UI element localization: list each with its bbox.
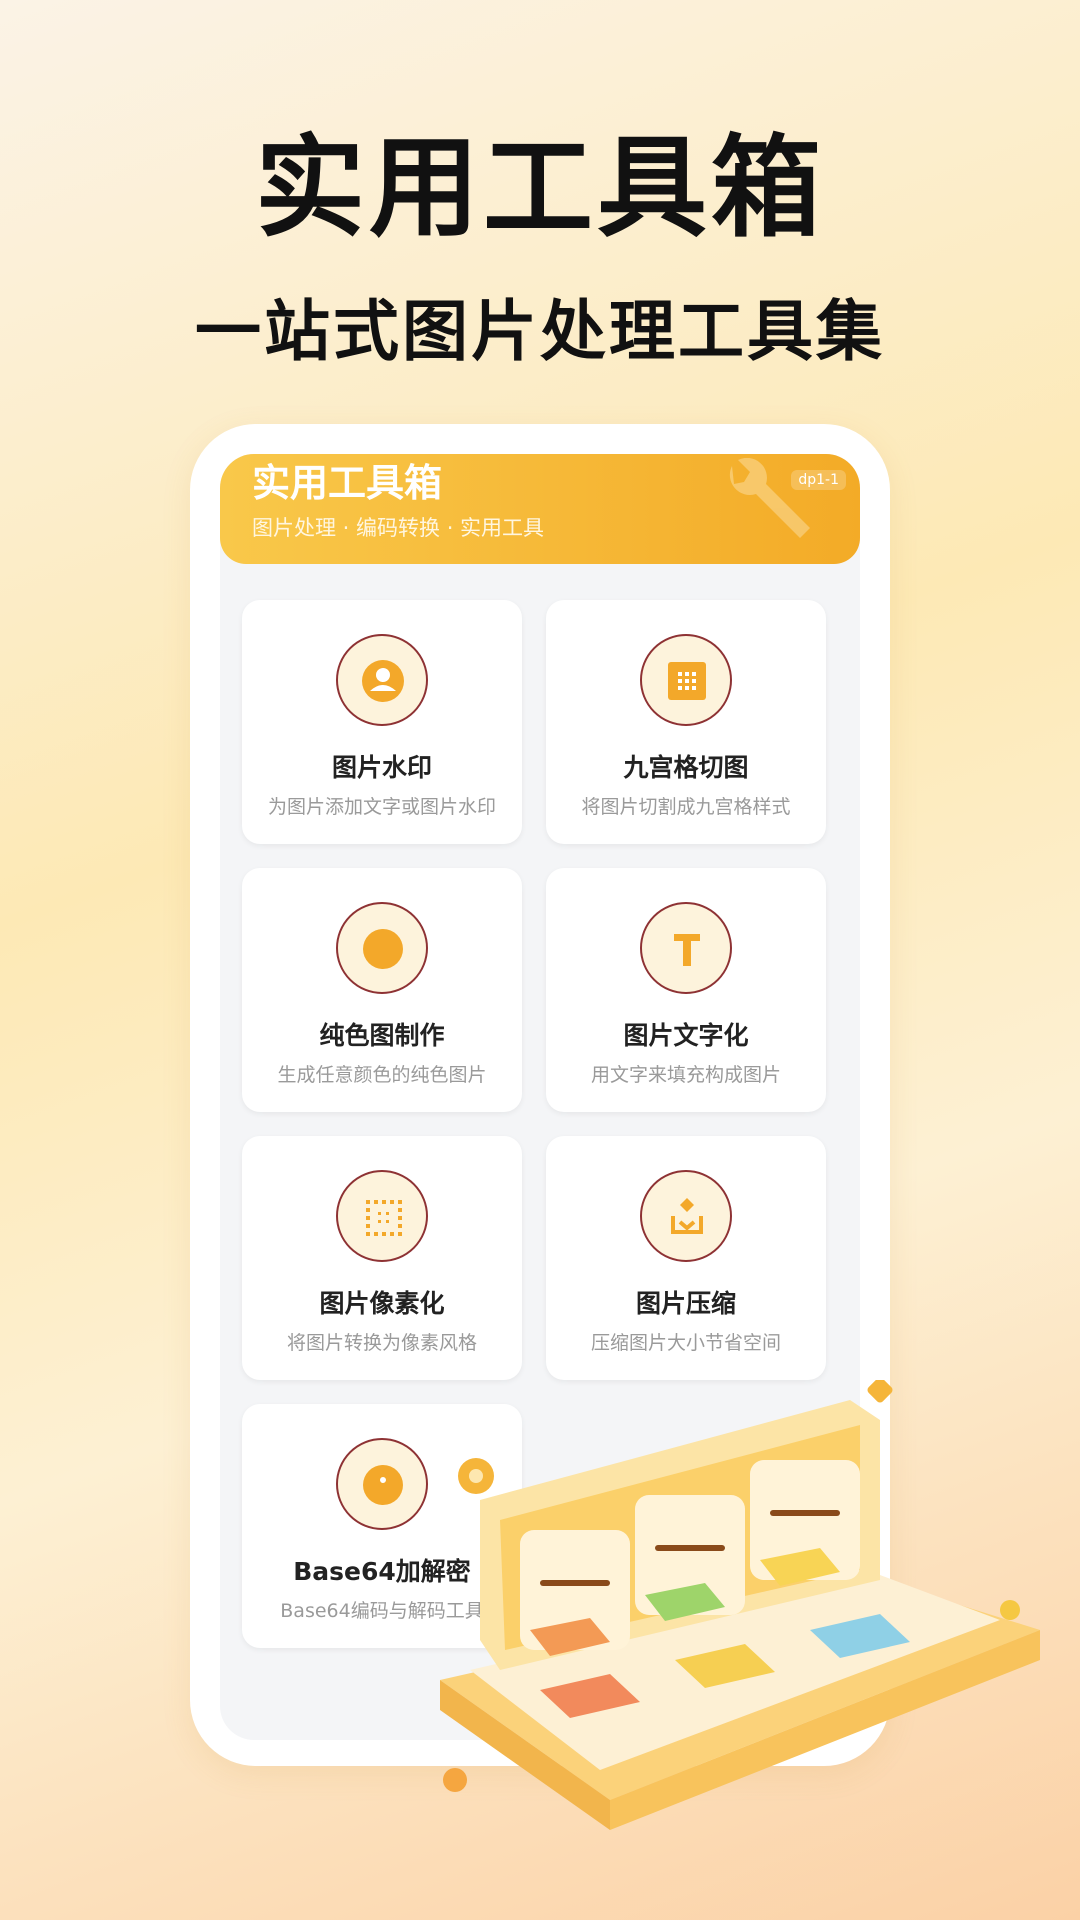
tool-title: 九宫格切图 [623,753,749,782]
tool-desc: 压缩图片大小节省空间 [590,1332,781,1354]
mailbox-middle [635,1495,745,1621]
circle-icon [363,929,403,969]
hero-title: 实用工具箱 [255,124,825,252]
app-subtitle: 图片处理 · 编码转换 · 实用工具 [252,516,545,540]
tool-card-compress[interactable]: 图片压缩 压缩图片大小节省空间 [546,1136,826,1380]
icon-circle [336,1170,428,1262]
icon-circle [640,634,732,726]
icon-circle [336,902,428,994]
tool-title: 图片文字化 [623,1021,749,1050]
app-title: 实用工具箱 [252,461,443,505]
tool-desc: 为图片添加文字或图片水印 [267,796,496,818]
tool-card-nine-grid[interactable]: 九宫格切图 将图片切割成九宫格样式 [546,600,826,844]
download-icon [671,1198,703,1234]
debug-badge: dp1-1 [791,470,846,490]
gear-icon [458,1458,494,1494]
hero-subtitle: 一站式图片处理工具集 [195,293,885,370]
text-icon [674,934,700,966]
tool-desc: 将图片转换为像素风格 [286,1332,477,1354]
icon-circle [640,902,732,994]
tool-card-pixelate[interactable]: 图片像素化 将图片转换为像素风格 [242,1136,522,1380]
tool-title: 图片像素化 [319,1289,445,1318]
grid-icon [668,662,706,700]
tool-desc: 将图片切割成九宫格样式 [581,796,791,818]
tool-desc: 用文字来填充构成图片 [590,1064,781,1086]
header-banner: 实用工具箱 图片处理 · 编码转换 · 实用工具 dp1-1 [220,454,860,564]
tool-card-watermark[interactable]: 图片水印 为图片添加文字或图片水印 [242,600,522,844]
tool-card-text-art[interactable]: 图片文字化 用文字来填充构成图片 [546,868,826,1112]
tool-title: 图片水印 [331,753,432,782]
dot-circle-icon [363,1465,403,1505]
mailbox-illustration [440,1380,1040,1830]
mailbox-left [520,1530,630,1656]
tool-card-solid-color[interactable]: 纯色图制作 生成任意颜色的纯色图片 [242,868,522,1112]
icon-circle [336,634,428,726]
tool-title: 图片压缩 [635,1289,736,1318]
pixel-icon [366,1200,402,1236]
mailbox-right [750,1460,860,1586]
person-icon [362,660,404,702]
icon-circle [640,1170,732,1262]
tool-title: 纯色图制作 [319,1021,445,1050]
tool-desc: 生成任意颜色的纯色图片 [277,1064,487,1086]
